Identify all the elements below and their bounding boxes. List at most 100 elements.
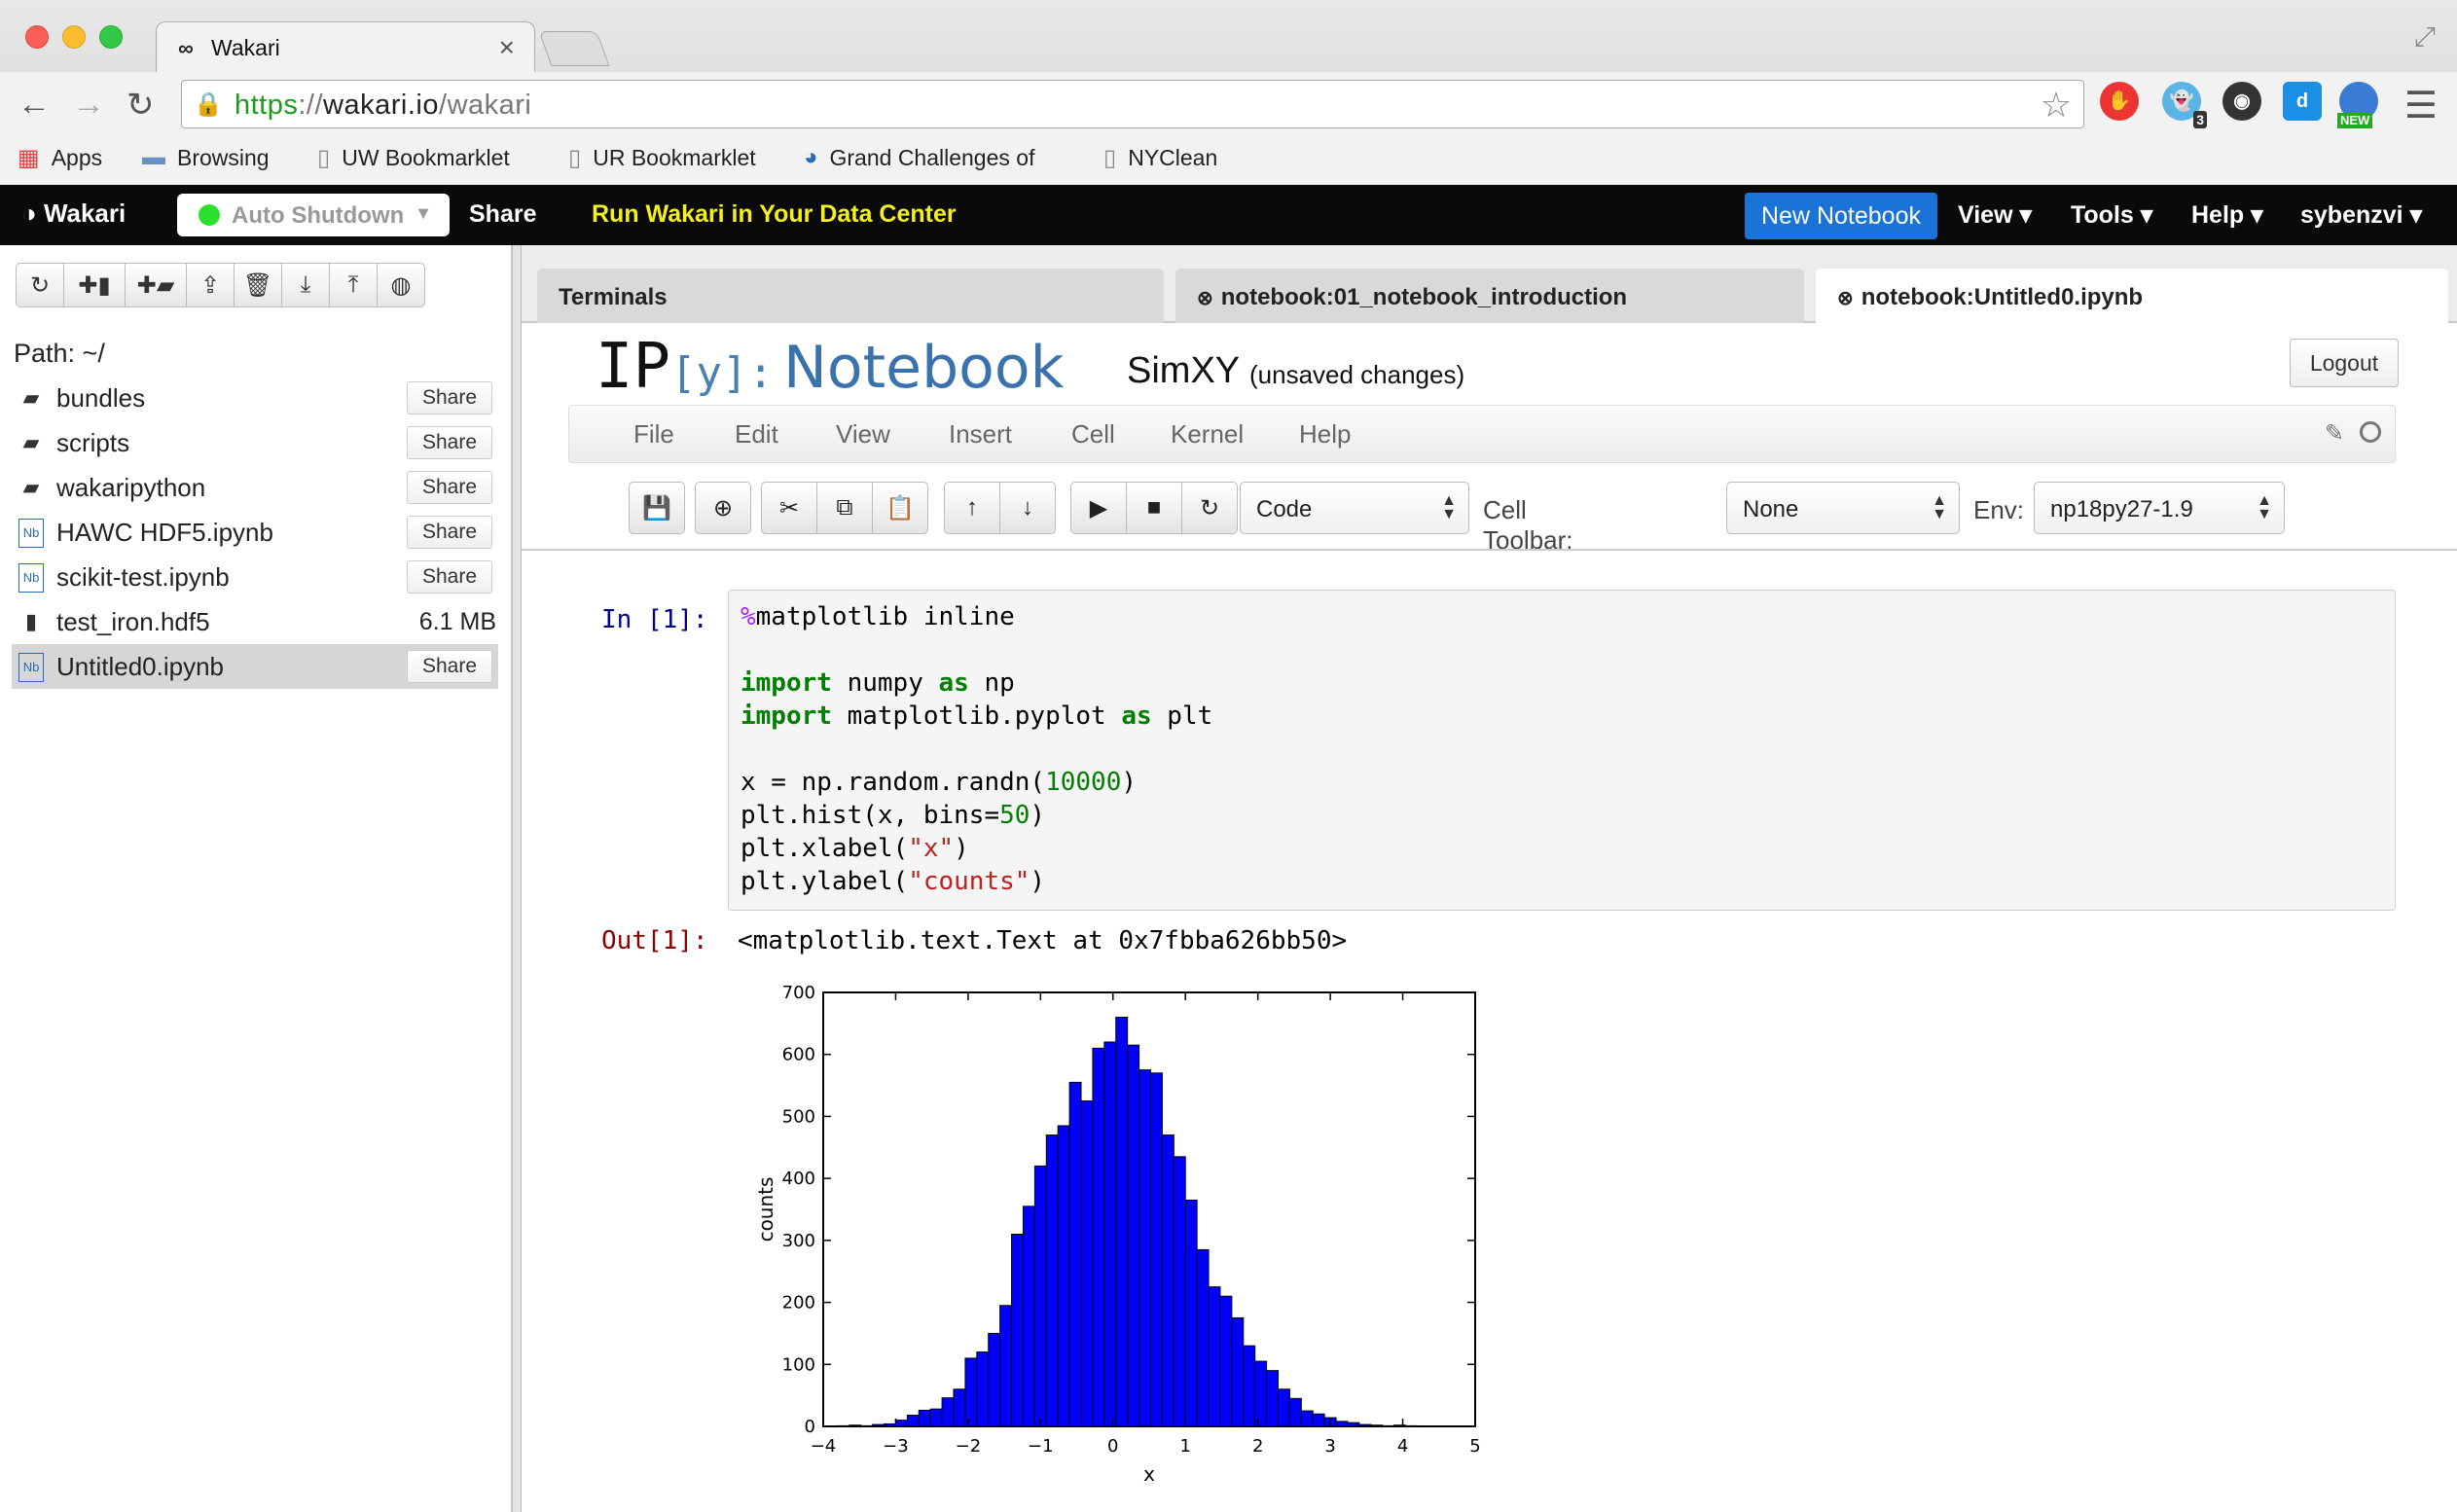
share-button[interactable]: Share [407, 426, 492, 459]
share-link[interactable]: Share [469, 200, 536, 229]
new-notebook-button[interactable]: New Notebook [1745, 193, 1937, 239]
wakari-brand[interactable]: ◑ Wakari [21, 198, 126, 229]
user-menu[interactable]: sybenzvi ▾ [2300, 200, 2422, 230]
close-tab-icon[interactable]: ⊗ [1837, 288, 1854, 309]
run-cell-button[interactable]: ▶ [1070, 482, 1127, 534]
bookmark-apps[interactable]: ▦ Apps [18, 144, 102, 172]
tab-close-icon[interactable]: × [499, 32, 515, 63]
navigation-bar: ← → ↻ 🔒 https://wakari.io/wakari ☆ ✋ 👻 3 … [0, 72, 2457, 136]
file-item-bundles[interactable]: ▰ bundles Share [12, 376, 498, 420]
share-button[interactable]: Share [407, 560, 492, 594]
wakari-favicon: ∞ [178, 36, 194, 60]
menu-edit[interactable]: Edit [735, 419, 778, 450]
menu-cell[interactable]: Cell [1071, 419, 1115, 450]
globe-button[interactable]: ◍ [377, 263, 425, 307]
save-button[interactable]: 💾 [629, 482, 685, 534]
file-item-hawc-notebook[interactable]: Nb HAWC HDF5.ipynb Share [12, 510, 498, 555]
file-icon: ▮ [24, 609, 38, 633]
paste-button[interactable]: 📋 [872, 482, 928, 534]
upload-button[interactable]: ⤒ [329, 263, 378, 307]
close-window-button[interactable] [25, 25, 49, 49]
divider [522, 549, 2457, 551]
new-file-icon: ✚▮ [78, 271, 111, 299]
y-tick-label: 200 [782, 1293, 815, 1314]
copy-button[interactable]: ⧉ [816, 482, 873, 534]
refresh-icon: ↻ [29, 271, 51, 299]
share-button[interactable]: Share [407, 381, 492, 414]
bookmark-browsing[interactable]: ▬ Browsing [142, 144, 270, 171]
logout-button[interactable]: Logout [2290, 339, 2399, 387]
adblock-extension-icon[interactable]: ✋ [2100, 82, 2139, 121]
move-down-button[interactable]: ↓ [999, 482, 1056, 534]
ghostery-extension-icon[interactable]: 👻 3 [2162, 82, 2207, 128]
delete-button[interactable]: 🗑 [234, 263, 282, 307]
select-arrows-icon: ▲ ▼ [1441, 492, 1457, 522]
bookmark-ur[interactable]: ▯ UR Bookmarklet [568, 144, 756, 172]
file-item-test-iron[interactable]: ▮ test_iron.hdf5 6.1 MB [12, 599, 498, 644]
address-bar[interactable]: 🔒 https://wakari.io/wakari ☆ [181, 80, 2084, 128]
menu-file[interactable]: File [633, 419, 674, 450]
help-menu[interactable]: Help ▾ [2191, 200, 2263, 230]
cell-toolbar-select[interactable]: None ▲ ▼ [1726, 482, 1960, 534]
sidebar-splitter[interactable] [512, 245, 522, 1512]
share-file-button[interactable]: ⇪ [186, 263, 235, 307]
restart-kernel-button[interactable]: ↻ [1181, 482, 1238, 534]
tab-notebook-introduction[interactable]: ⊗ notebook:01_notebook_introduction [1175, 269, 1804, 323]
new-tab-button[interactable] [538, 31, 610, 66]
code-line: import numpy as np [741, 668, 1015, 698]
menu-kernel[interactable]: Kernel [1171, 419, 1244, 450]
tab-notebook-untitled0[interactable]: ⊗ notebook:Untitled0.ipynb [1816, 269, 2448, 323]
file-item-wakaripython[interactable]: ▰ wakaripython Share [12, 465, 498, 510]
bookmark-nyclean[interactable]: ▯ NYClean [1103, 144, 1217, 172]
new-folder-button[interactable]: ✚▰ [125, 263, 187, 307]
browser-tab-wakari[interactable]: ∞ Wakari × [156, 21, 535, 72]
browser-chrome: ∞ Wakari × ⤢ ← → ↻ 🔒 https://wakari.io/w… [0, 0, 2457, 185]
bookmark-star-icon[interactable]: ☆ [2041, 85, 2072, 126]
maximize-window-button[interactable] [99, 25, 123, 49]
auto-shutdown-button[interactable]: Auto Shutdown ▼ [177, 194, 450, 236]
d-extension-icon[interactable]: d [2283, 82, 2322, 121]
file-item-untitled0[interactable]: Nb Untitled0.ipynb Share [12, 644, 498, 689]
new-extension-icon[interactable]: NEW [2337, 82, 2378, 128]
bookmark-grand-challenges[interactable]: ◕ Grand Challenges of [804, 144, 1034, 171]
minimize-window-button[interactable] [62, 25, 86, 49]
cut-button[interactable]: ✂ [761, 482, 817, 534]
share-button[interactable]: Share [407, 516, 492, 549]
fullscreen-icon[interactable]: ⤢ [2414, 21, 2436, 54]
notebook-name[interactable]: SimXY [1127, 350, 1240, 392]
back-arrow-icon[interactable]: ← [18, 86, 51, 124]
insert-cell-button[interactable]: ⊕ [695, 482, 751, 534]
colorpicker-extension-icon[interactable]: ◉ [2222, 82, 2261, 121]
scissors-icon: ✂ [778, 494, 800, 522]
menu-help[interactable]: Help [1299, 419, 1351, 450]
new-file-button[interactable]: ✚▮ [63, 263, 126, 307]
env-select[interactable]: np18py27-1.9 ▲ ▼ [2034, 482, 2285, 534]
download-button[interactable]: ⤓ [281, 263, 330, 307]
share-button[interactable]: Share [407, 650, 492, 683]
tab-terminals[interactable]: Terminals [537, 269, 1164, 323]
move-up-button[interactable]: ↑ [944, 482, 1000, 534]
cell-type-select[interactable]: Code ▲ ▼ [1240, 482, 1469, 534]
histogram-bar [1173, 1156, 1186, 1427]
y-tick-label: 300 [782, 1231, 815, 1251]
menu-view[interactable]: View [836, 419, 890, 450]
refresh-button[interactable]: ↻ [16, 263, 64, 307]
forward-arrow-icon[interactable]: → [72, 86, 105, 124]
file-item-scikit-notebook[interactable]: Nb scikit-test.ipynb Share [12, 555, 498, 599]
upload-icon: ⤒ [347, 271, 359, 298]
histogram-bar [1149, 1072, 1163, 1427]
browser-menu-icon[interactable]: ☰ [2404, 84, 2438, 127]
run-in-data-center-link[interactable]: Run Wakari in Your Data Center [592, 200, 957, 229]
interrupt-button[interactable]: ■ [1126, 482, 1182, 534]
close-tab-icon[interactable]: ⊗ [1197, 288, 1213, 309]
share-button[interactable]: Share [407, 471, 492, 504]
view-menu[interactable]: View ▾ [1958, 200, 2032, 230]
tools-menu[interactable]: Tools ▾ [2071, 200, 2152, 230]
file-item-scripts[interactable]: ▰ scripts Share [12, 420, 498, 465]
histogram-bar [1103, 1041, 1117, 1427]
bookmark-uw[interactable]: ▯ UW Bookmarklet [317, 144, 510, 172]
code-cell-editor[interactable]: %matplotlib inline import numpy as np im… [728, 590, 2396, 911]
reload-icon[interactable]: ↻ [126, 86, 155, 125]
menu-insert[interactable]: Insert [949, 419, 1012, 450]
